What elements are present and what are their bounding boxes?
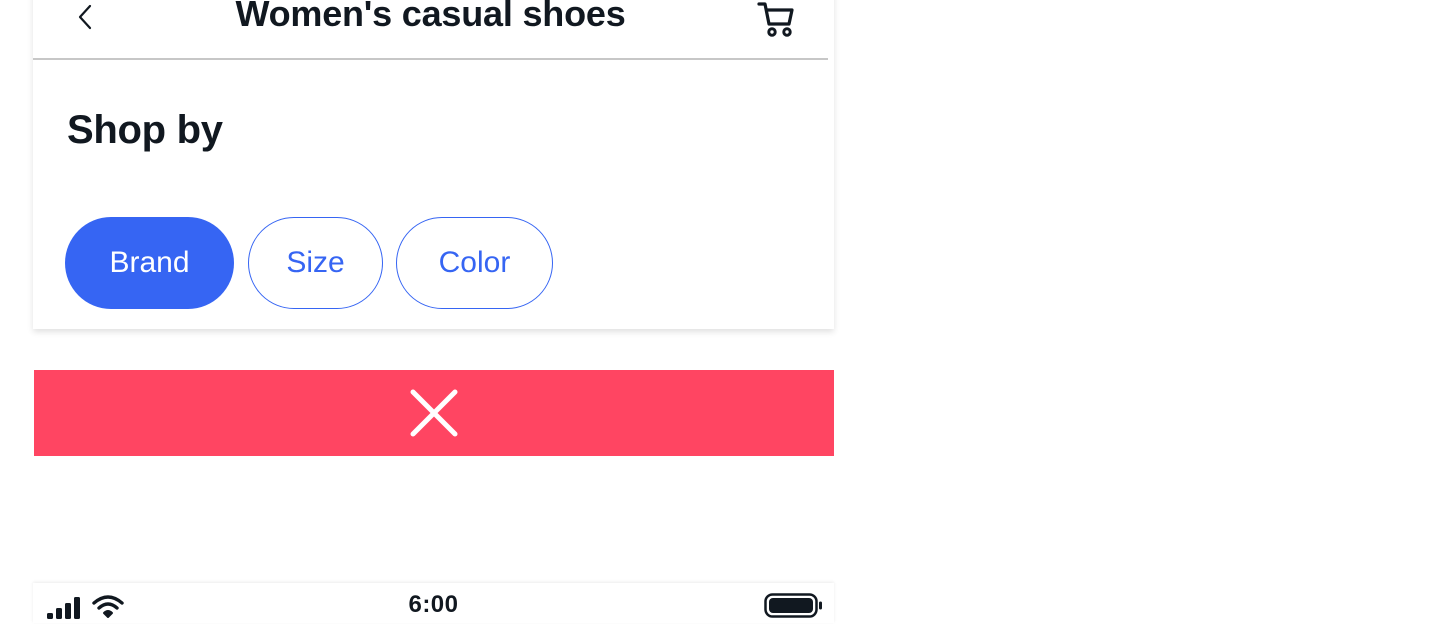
page-header-card: Women's casual shoes Shop by Brand Size … — [33, 0, 834, 329]
close-icon — [410, 389, 458, 437]
status-time: 6:00 — [408, 591, 459, 618]
battery-icon — [764, 593, 822, 618]
dismiss-bar[interactable] — [34, 370, 834, 456]
chip-size[interactable]: Size — [248, 217, 383, 309]
battery-indicator — [764, 593, 824, 624]
cart-button[interactable] — [755, 0, 797, 38]
chip-color[interactable]: Color — [396, 217, 553, 309]
section-title: Shop by — [67, 108, 223, 152]
chip-brand[interactable]: Brand — [65, 217, 234, 309]
top-nav-bar: Women's casual shoes — [33, 0, 828, 60]
status-bar: 6:00 — [33, 583, 834, 623]
cart-icon — [757, 2, 794, 37]
page-title: Women's casual shoes — [235, 0, 626, 34]
